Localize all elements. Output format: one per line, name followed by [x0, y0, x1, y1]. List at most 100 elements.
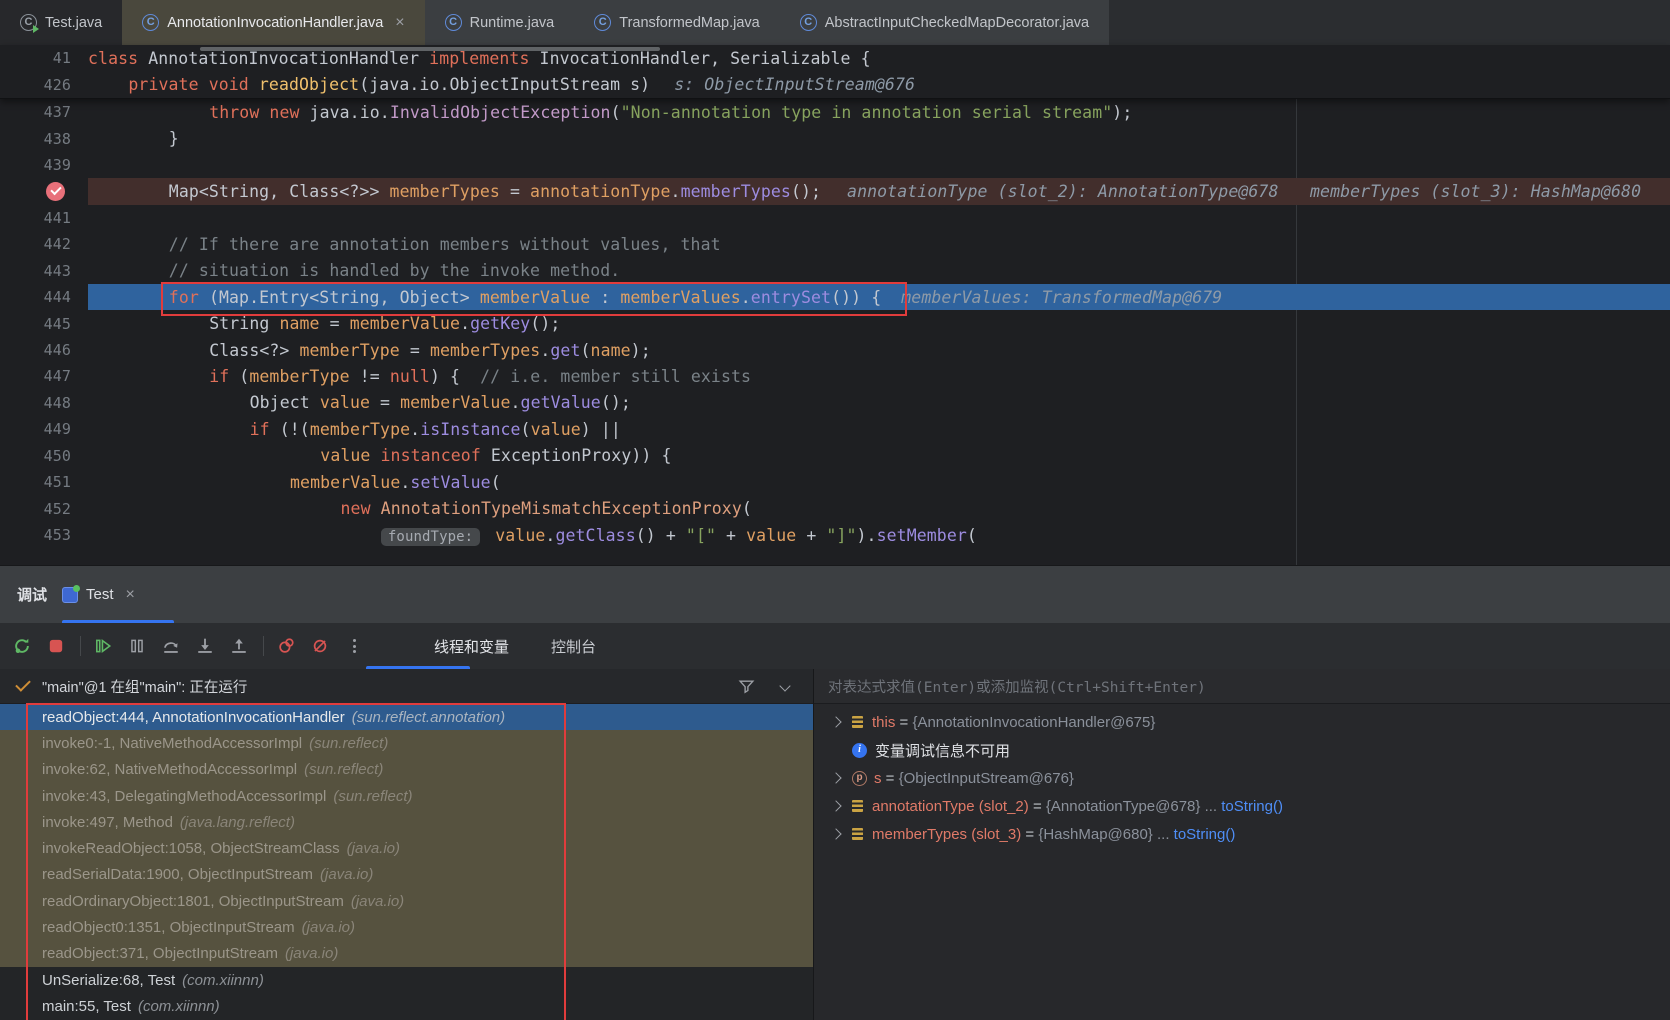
evaluate-expression-input[interactable]: 对表达式求值(Enter)或添加监视(Ctrl+Shift+Enter)	[814, 669, 1670, 704]
code-line-451[interactable]: 451memberValue.setValue(	[0, 469, 1670, 495]
editor-code: 437throw new java.io.InvalidObjectExcept…	[0, 99, 1670, 548]
code-line-438[interactable]: 438}	[0, 125, 1670, 151]
mute-breakpoints-icon[interactable]	[310, 636, 330, 656]
line-number-449[interactable]: 449	[0, 420, 88, 438]
code-line-443[interactable]: 443// situation is handled by the invoke…	[0, 258, 1670, 284]
stack-frame[interactable]: invoke:43, DelegatingMethodAccessorImpl(…	[0, 783, 813, 809]
code-editor[interactable]: 41class AnnotationInvocationHandler impl…	[0, 45, 1670, 565]
stack-frame[interactable]: readObject:371, ObjectInputStream(java.i…	[0, 941, 813, 967]
chevron-right-icon[interactable]	[829, 830, 843, 838]
line-number-440[interactable]	[0, 182, 88, 201]
line-number-446[interactable]: 446	[0, 341, 88, 359]
stack-frame[interactable]: invokeReadObject:1058, ObjectStreamClass…	[0, 835, 813, 861]
code-line-447[interactable]: 447if (memberType != null) { // i.e. mem…	[0, 363, 1670, 389]
close-icon[interactable]: ×	[395, 14, 404, 32]
line-number-444[interactable]: 444	[0, 288, 88, 306]
code-line-444[interactable]: 444for (Map.Entry<String, Object> member…	[0, 284, 1670, 310]
thread-selector[interactable]: "main"@1 在组"main": 正在运行	[0, 669, 813, 704]
debug-panel: 调试 Test × 线程和变量 控制台 "main"@1 在组"main": 正在…	[0, 565, 1670, 1020]
debug-session-tab[interactable]: Test ×	[62, 566, 135, 623]
chevron-right-icon[interactable]	[829, 774, 843, 782]
stack-frame[interactable]: readObject:444, AnnotationInvocationHand…	[0, 704, 813, 730]
stop-icon[interactable]	[46, 636, 66, 656]
code-line-442[interactable]: 442// If there are annotation members wi…	[0, 231, 1670, 257]
editor-tab-annotationinvocationhandler-java[interactable]: CAnnotationInvocationHandler.java×	[122, 0, 424, 45]
stack-frame[interactable]: main:55, Test(com.xiinnn)	[0, 993, 813, 1019]
line-number-447[interactable]: 447	[0, 367, 88, 385]
editor-tab-test-java[interactable]: CTest.java	[0, 0, 122, 45]
line-number-426[interactable]: 426	[0, 76, 88, 94]
stack-frames-list: readObject:444, AnnotationInvocationHand…	[0, 704, 813, 1020]
step-out-icon[interactable]	[229, 636, 249, 656]
tostring-link[interactable]: toString()	[1221, 798, 1283, 815]
code-line-446[interactable]: 446Class<?> memberType = memberTypes.get…	[0, 337, 1670, 363]
line-number-439[interactable]: 439	[0, 156, 88, 174]
breakpoint-icon[interactable]	[46, 182, 65, 201]
line-number-442[interactable]: 442	[0, 235, 88, 253]
chevron-right-icon[interactable]	[829, 802, 843, 810]
pause-icon[interactable]	[127, 636, 147, 656]
code-line-453[interactable]: 453foundType: value.getClass() + "[" + v…	[0, 522, 1670, 548]
rerun-icon[interactable]	[12, 636, 32, 656]
editor-tab-runtime-java[interactable]: CRuntime.java	[425, 0, 575, 45]
stack-frame[interactable]: invoke:62, NativeMethodAccessorImpl(sun.…	[0, 757, 813, 783]
stack-frame[interactable]: readOrdinaryObject:1801, ObjectInputStre…	[0, 888, 813, 914]
chevron-right-icon[interactable]	[829, 718, 843, 726]
debug-tab-[interactable]: 线程和变量	[434, 636, 509, 657]
field-icon	[852, 828, 863, 840]
debug-tab-[interactable]: 控制台	[551, 636, 596, 657]
stack-frame[interactable]: readObject0:1351, ObjectInputStream(java…	[0, 914, 813, 940]
code-line-441[interactable]: 441	[0, 205, 1670, 231]
code-line-449[interactable]: 449if (!(memberType.isInstance(value) ||	[0, 416, 1670, 442]
filter-icon[interactable]	[738, 678, 755, 695]
step-over-icon[interactable]	[161, 636, 181, 656]
variable-row[interactable]: this = {AnnotationInvocationHandler@675}	[814, 708, 1670, 736]
code-line-445[interactable]: 445String name = memberValue.getKey();	[0, 310, 1670, 336]
frame-package: (java.io)	[320, 866, 373, 883]
line-number-41[interactable]: 41	[0, 49, 88, 67]
code-line-450[interactable]: 450value instanceof ExceptionProxy)) {	[0, 443, 1670, 469]
resume-icon[interactable]	[93, 636, 113, 656]
editor-tab-transformedmap-java[interactable]: CTransformedMap.java	[574, 0, 780, 45]
code-line-426[interactable]: 426private void readObject(java.io.Objec…	[0, 71, 1670, 97]
ide-window: CTest.javaCAnnotationInvocationHandler.j…	[0, 0, 1670, 1020]
step-into-icon[interactable]	[195, 636, 215, 656]
line-number-451[interactable]: 451	[0, 473, 88, 491]
code-line-437[interactable]: 437throw new java.io.InvalidObjectExcept…	[0, 99, 1670, 125]
chevron-down-icon[interactable]	[779, 680, 790, 691]
stack-frame[interactable]: UnSerialize:68, Test(com.xiinnn)	[0, 967, 813, 993]
stack-frame[interactable]: invoke0:-1, NativeMethodAccessorImpl(sun…	[0, 730, 813, 756]
editor-tab-abstractinputcheckedmapdecorator-java[interactable]: CAbstractInputCheckedMapDecorator.java	[780, 0, 1109, 45]
editor-tabbar: CTest.javaCAnnotationInvocationHandler.j…	[0, 0, 1670, 45]
variable-row[interactable]: annotationType (slot_2) = {AnnotationTyp…	[814, 792, 1670, 820]
code-line-452[interactable]: 452new AnnotationTypeMismatchExceptionPr…	[0, 495, 1670, 521]
debug-body: "main"@1 在组"main": 正在运行 readObject:444, …	[0, 669, 1670, 1020]
code-line-448[interactable]: 448Object value = memberValue.getValue()…	[0, 390, 1670, 416]
line-number-450[interactable]: 450	[0, 447, 88, 465]
line-number-445[interactable]: 445	[0, 315, 88, 333]
equals-sign: =	[895, 714, 912, 731]
line-number-448[interactable]: 448	[0, 394, 88, 412]
line-number-453[interactable]: 453	[0, 526, 88, 544]
debug-panel-title: 调试	[17, 584, 47, 605]
line-number-438[interactable]: 438	[0, 130, 88, 148]
line-number-452[interactable]: 452	[0, 500, 88, 518]
line-number-441[interactable]: 441	[0, 209, 88, 227]
line-number-443[interactable]: 443	[0, 262, 88, 280]
debug-session-icon	[62, 587, 78, 603]
frame-package: (java.io)	[351, 893, 404, 910]
inline-debug-hint: s: ObjectInputStream@676	[674, 75, 915, 94]
line-number-437[interactable]: 437	[0, 103, 88, 121]
horizontal-scrollbar[interactable]	[200, 47, 660, 51]
variable-info-row[interactable]: i变量调试信息不可用	[814, 736, 1670, 764]
code-line-440[interactable]: Map<String, Class<?>> memberTypes = anno…	[0, 178, 1670, 204]
code-line-439[interactable]: 439	[0, 152, 1670, 178]
close-icon[interactable]: ×	[126, 586, 135, 604]
tostring-link[interactable]: toString()	[1174, 826, 1236, 843]
stack-frame[interactable]: readSerialData:1900, ObjectInputStream(j…	[0, 862, 813, 888]
stack-frame[interactable]: invoke:497, Method(java.lang.reflect)	[0, 809, 813, 835]
more-icon[interactable]	[344, 639, 364, 653]
variable-row[interactable]: ps = {ObjectInputStream@676}	[814, 764, 1670, 792]
variable-row[interactable]: memberTypes (slot_3) = {HashMap@680} ...…	[814, 820, 1670, 848]
view-breakpoints-icon[interactable]	[276, 636, 296, 656]
